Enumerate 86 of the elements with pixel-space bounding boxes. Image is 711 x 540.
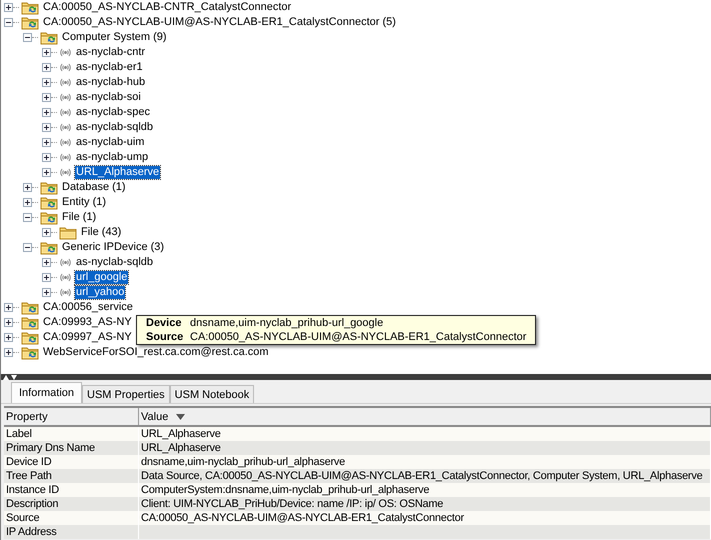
folder-sync-icon xyxy=(40,30,58,44)
column-header[interactable]: Property xyxy=(4,408,139,425)
tree-item[interactable]: as-nyclab-er1 xyxy=(75,61,144,74)
expand-icon[interactable] xyxy=(42,108,51,117)
tab[interactable]: USM Properties xyxy=(82,385,170,403)
tree-item[interactable]: CA:09993_AS-NY xyxy=(42,316,133,329)
tree-item[interactable]: Database (1) xyxy=(61,181,127,194)
expand-icon[interactable] xyxy=(42,258,51,267)
collapse-icon[interactable] xyxy=(23,33,32,42)
folder-sync-icon xyxy=(21,330,39,344)
tree-item[interactable]: Entity (1) xyxy=(61,196,108,209)
tree-item[interactable]: CA:09997_AS-NY xyxy=(42,331,133,344)
expand-icon[interactable] xyxy=(4,3,13,12)
expand-icon[interactable] xyxy=(42,138,51,147)
folder-sync-icon xyxy=(21,300,39,314)
expand-icon[interactable] xyxy=(42,93,51,102)
tree-item[interactable]: as-nyclab-hub xyxy=(75,76,146,89)
tooltip-label: Source xyxy=(146,331,184,343)
folder-sync-icon xyxy=(40,196,58,210)
expand-icon[interactable] xyxy=(23,198,32,207)
tree-item[interactable]: CA:00050_AS-NYCLAB-UIM@AS-NYCLAB-ER1_CatalystConnector (5) xyxy=(42,16,397,29)
broadcast-icon xyxy=(59,93,72,102)
expand-icon[interactable] xyxy=(4,333,13,342)
expand-icon[interactable] xyxy=(42,153,51,162)
broadcast-icon xyxy=(59,108,72,117)
tree-item[interactable]: File (1) xyxy=(61,211,98,224)
expand-icon[interactable] xyxy=(42,168,51,177)
expand-icon[interactable] xyxy=(42,228,51,237)
tree-item[interactable]: Computer System (9) xyxy=(61,31,168,44)
broadcast-icon xyxy=(59,48,72,57)
tree-item[interactable]: Generic IPDevice (3) xyxy=(61,241,166,254)
tree-item[interactable]: as-nyclab-sqldb xyxy=(75,256,154,269)
tree-item[interactable]: url_yahoo xyxy=(75,286,126,299)
expand-icon[interactable] xyxy=(42,123,51,132)
broadcast-icon xyxy=(59,288,72,297)
folder-sync-icon xyxy=(40,210,58,224)
tree-item[interactable]: as-nyclab-sqldb xyxy=(75,121,154,134)
tab[interactable]: USM Notebook xyxy=(170,385,254,403)
collapse-icon[interactable] xyxy=(23,243,32,252)
folder-sync-icon xyxy=(21,316,39,330)
tooltip-label: Device xyxy=(146,317,182,329)
expand-icon[interactable] xyxy=(42,288,51,297)
tree-item[interactable]: CA:00056_service xyxy=(42,301,134,314)
broadcast-icon xyxy=(59,78,72,87)
column-title: Value xyxy=(141,410,168,422)
tree-item[interactable]: CA:00050_AS-NYCLAB-CNTR_CatalystConnector xyxy=(42,1,292,14)
broadcast-icon xyxy=(59,153,72,162)
tree-item[interactable]: URL_Alphaserve xyxy=(75,166,160,179)
expand-icon[interactable] xyxy=(4,348,13,357)
tree-item[interactable]: as-nyclab-soi xyxy=(75,91,142,104)
expand-icon[interactable] xyxy=(42,78,51,87)
tooltip-value: CA:00050_AS-NYCLAB-UIM@AS-NYCLAB-ER1_CatalystConnector xyxy=(190,331,526,343)
expand-icon[interactable] xyxy=(4,318,13,327)
folder-sync-icon xyxy=(21,16,39,30)
expand-icon[interactable] xyxy=(4,303,13,312)
tree-item[interactable]: File (43) xyxy=(80,226,122,239)
broadcast-icon xyxy=(59,63,72,72)
folder-sync-icon xyxy=(40,240,58,254)
column-header[interactable]: Value xyxy=(139,408,711,425)
tab[interactable]: Information xyxy=(11,382,82,403)
folder-sync-icon xyxy=(21,346,39,360)
folder-sync-icon xyxy=(21,0,39,14)
tree-item[interactable]: url_google xyxy=(75,271,128,284)
broadcast-icon xyxy=(59,273,72,282)
expand-icon[interactable] xyxy=(23,183,32,192)
folder-sync-icon xyxy=(40,180,58,194)
sort-icon[interactable] xyxy=(176,414,186,420)
expand-icon[interactable] xyxy=(42,273,51,282)
folder-icon xyxy=(59,226,77,240)
broadcast-icon xyxy=(59,258,72,267)
tree-item[interactable]: WebServiceForSOI_rest.ca.com@rest.ca.com xyxy=(42,346,270,359)
tree-item[interactable]: as-nyclab-spec xyxy=(75,106,151,119)
tree-item[interactable]: as-nyclab-uim xyxy=(75,136,146,149)
broadcast-icon xyxy=(59,123,72,132)
tooltip-value: dnsname,uim-nyclab_prihub-url_google xyxy=(190,317,384,329)
splitter-arrows-icon[interactable] xyxy=(3,374,17,380)
tree-item[interactable]: as-nyclab-cntr xyxy=(75,46,146,59)
expand-icon[interactable] xyxy=(42,63,51,72)
broadcast-icon xyxy=(59,138,72,147)
table-cell: IP Address xyxy=(4,525,139,539)
collapse-icon[interactable] xyxy=(23,213,32,222)
expand-icon[interactable] xyxy=(42,48,51,57)
tree-item[interactable]: as-nyclab-ump xyxy=(75,151,150,164)
column-title: Property xyxy=(6,410,48,422)
collapse-icon[interactable] xyxy=(4,18,13,27)
broadcast-icon xyxy=(59,168,72,177)
